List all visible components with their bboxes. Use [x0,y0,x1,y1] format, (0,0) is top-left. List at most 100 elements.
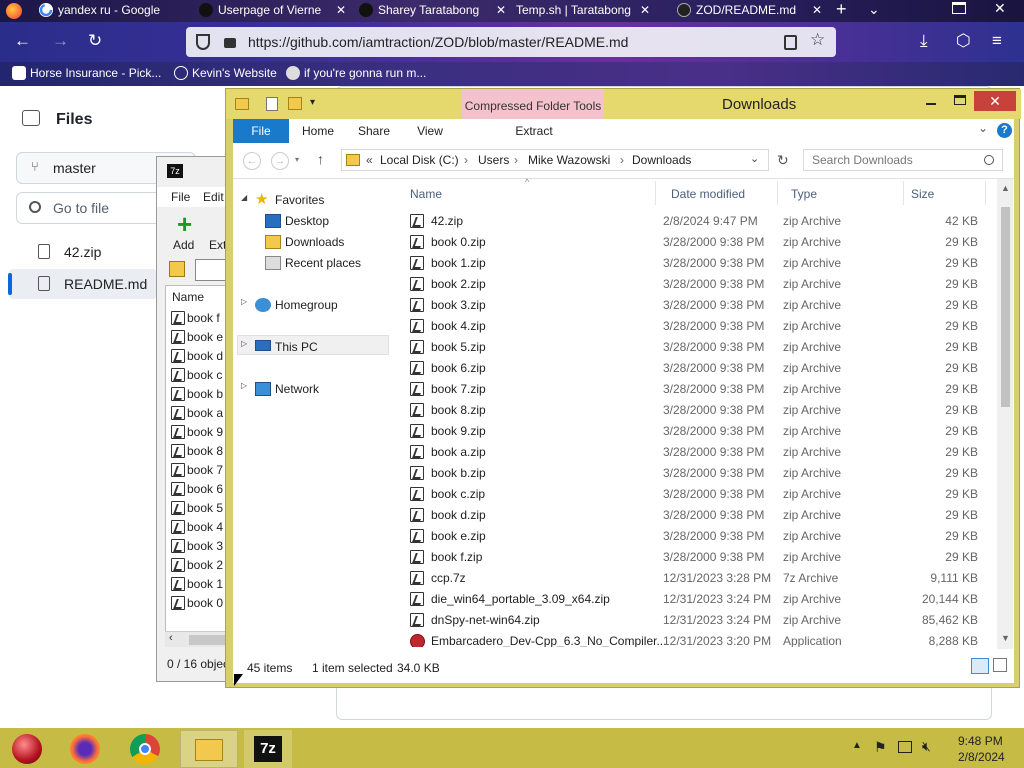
address-dropdown-icon[interactable]: ⌄ [750,152,759,165]
file-row[interactable]: book d.zip 3/28/2000 9:38 PM zip Archive 29… [393,505,1003,526]
tab-extract[interactable]: Extract [507,119,561,143]
nav-homegroup[interactable]: Homegroup [253,297,338,313]
horizontal-scrollbar[interactable]: ‹ [165,631,229,647]
nav-desktop[interactable]: Desktop [263,213,329,229]
sevenzip-row[interactable]: book d [171,347,231,366]
file-row[interactable]: book 7.zip 3/28/2000 9:38 PM zip Archive 29… [393,379,1003,400]
shield-icon[interactable] [196,34,210,50]
tab-view[interactable]: View [407,119,453,143]
bookmark-item[interactable]: Kevin's Website [174,65,277,81]
sevenzip-row[interactable]: book a [171,404,231,423]
scroll-thumb[interactable] [189,635,229,645]
file-row[interactable]: book 1.zip 3/28/2000 9:38 PM zip Archive 29… [393,253,1003,274]
up-button[interactable]: ↑ [317,151,324,167]
tab-file[interactable]: File [233,119,289,143]
scroll-thumb[interactable] [1001,207,1010,407]
column-header-name[interactable]: Name [172,290,204,304]
refresh-icon[interactable]: ↻ [777,152,789,169]
file-row[interactable]: dnSpy-net-win64.zip 12/31/2023 3:24 PM zip… [393,610,1003,631]
nav-recent[interactable]: Recent places [263,255,361,271]
menu-file[interactable]: File [171,190,190,204]
breadcrumb-local-disk[interactable]: Local Disk (C:) [380,153,459,167]
file-row[interactable]: book b.zip 3/28/2000 9:38 PM zip Archive 29… [393,463,1003,484]
file-row[interactable]: book 2.zip 3/28/2000 9:38 PM zip Archive 29… [393,274,1003,295]
browser-tab[interactable]: Userpage of Vierne ✕ [196,0,350,22]
file-row[interactable]: ccp.7z 12/31/2023 3:28 PM 7z Archive 9,111 … [393,568,1003,589]
column-header-date[interactable]: Date modified [671,187,745,201]
downloads-icon[interactable]: ⤓ [920,31,928,51]
details-view-icon[interactable] [971,658,989,674]
quick-access-dropdown-icon[interactable]: ▾ [310,97,315,108]
taskbar-file-explorer[interactable] [180,730,238,768]
sevenzip-row[interactable]: book 7 [171,461,231,480]
file-row[interactable]: Embarcadero_Dev-Cpp_6.3_No_Compiler... 12… [393,631,1003,647]
bookmark-star-icon[interactable]: ☆ [810,30,825,50]
reader-view-icon[interactable] [784,35,797,50]
file-row[interactable]: book f.zip 3/28/2000 9:38 PM zip Archive 29… [393,547,1003,568]
address-bar[interactable]: « Local Disk (C:) › Users › Mike Wazowsk… [341,149,769,171]
file-row[interactable]: book e.zip 3/28/2000 9:38 PM zip Archive 29… [393,526,1003,547]
quick-access-new-folder-icon[interactable] [288,97,302,110]
expand-arrow-icon[interactable]: ▷ [241,381,247,390]
file-row[interactable]: book 3.zip 3/28/2000 9:38 PM zip Archive 29… [393,295,1003,316]
compressed-folder-tools-label[interactable]: Compressed Folder Tools [462,89,604,119]
up-folder-icon[interactable] [169,261,185,277]
minimize-icon[interactable] [926,103,936,105]
expand-arrow-icon[interactable]: ▷ [241,297,247,306]
file-row[interactable]: book 4.zip 3/28/2000 9:38 PM zip Archive 29… [393,316,1003,337]
sevenzip-row[interactable]: book f [171,309,231,328]
sevenzip-row[interactable]: book 0 [171,594,231,613]
expand-ribbon-icon[interactable]: ⌄ [978,121,988,135]
sevenzip-row[interactable]: book 1 [171,575,231,594]
action-center-icon[interactable]: ⚑ [874,739,887,756]
network-tray-icon[interactable] [898,741,912,753]
breadcrumb-user[interactable]: Mike Wazowski [528,153,610,167]
close-window-icon[interactable]: ✕ [994,0,1006,17]
breadcrumb-users[interactable]: Users [478,153,509,167]
back-icon[interactable]: ← [14,31,31,51]
quick-access-properties-icon[interactable] [266,97,278,111]
bookmark-item[interactable]: if you're gonna run m... [286,65,426,81]
nav-thispc[interactable]: This PC [253,339,318,355]
url-text[interactable]: https://github.com/iamtraction/ZOD/blob/… [248,34,628,50]
close-tab-icon[interactable]: ✕ [336,0,346,20]
scroll-down-icon[interactable]: ▼ [1001,633,1010,643]
clock-date[interactable]: 2/8/2024 [958,750,1005,764]
volume-muted-icon[interactable]: 🔇︎ [922,738,931,755]
file-row[interactable]: book 5.zip 3/28/2000 9:38 PM zip Archive 29… [393,337,1003,358]
file-row[interactable]: die_win64_portable_3.09_x64.zip 12/31/202… [393,589,1003,610]
firefox-menu-icon[interactable] [6,3,22,19]
expand-arrow-icon[interactable]: ◢ [241,193,247,202]
sevenzip-row[interactable]: book 9 [171,423,231,442]
show-hidden-icons-icon[interactable]: ▲ [852,740,862,751]
vertical-scrollbar[interactable]: ▲ ▼ [997,179,1013,649]
extensions-icon[interactable]: ⬡ [956,31,971,51]
breadcrumb-downloads[interactable]: Downloads [632,153,691,167]
menu-icon[interactable]: ≡ [992,31,1002,51]
search-icon[interactable] [984,155,994,165]
breadcrumb-prefix[interactable]: « [366,153,373,167]
clock-time[interactable]: 9:48 PM [958,734,1003,748]
browser-tab[interactable]: Sharey Taratabong ✕ [356,0,510,22]
forward-button[interactable]: → [271,152,289,170]
browser-tab[interactable]: Temp.sh | Taratabong ✕ [494,0,654,22]
menu-edit[interactable]: Edit [203,190,224,204]
sevenzip-row[interactable]: book 2 [171,556,231,575]
sevenzip-row[interactable]: book 8 [171,442,231,461]
recent-locations-icon[interactable]: ▾ [295,155,299,164]
nav-network[interactable]: Network [253,381,319,397]
sidebar-toggle-icon[interactable] [22,110,40,126]
file-row[interactable]: book 8.zip 3/28/2000 9:38 PM zip Archive 29… [393,400,1003,421]
scroll-left-icon[interactable]: ‹ [169,632,173,644]
sevenzip-row[interactable]: book 4 [171,518,231,537]
new-tab-button[interactable]: + [836,0,847,20]
forward-icon[interactable]: → [52,31,69,51]
url-bar[interactable]: https://github.com/iamtraction/ZOD/blob/… [186,27,836,57]
add-button[interactable]: + Add [171,211,201,253]
taskbar-chrome[interactable] [122,730,168,768]
file-row[interactable]: book c.zip 3/28/2000 9:38 PM zip Archive 29… [393,484,1003,505]
maximize-icon[interactable] [954,95,966,105]
taskbar-firefox[interactable] [62,730,108,768]
sevenzip-row[interactable]: book 5 [171,499,231,518]
tab-home[interactable]: Home [295,119,341,143]
